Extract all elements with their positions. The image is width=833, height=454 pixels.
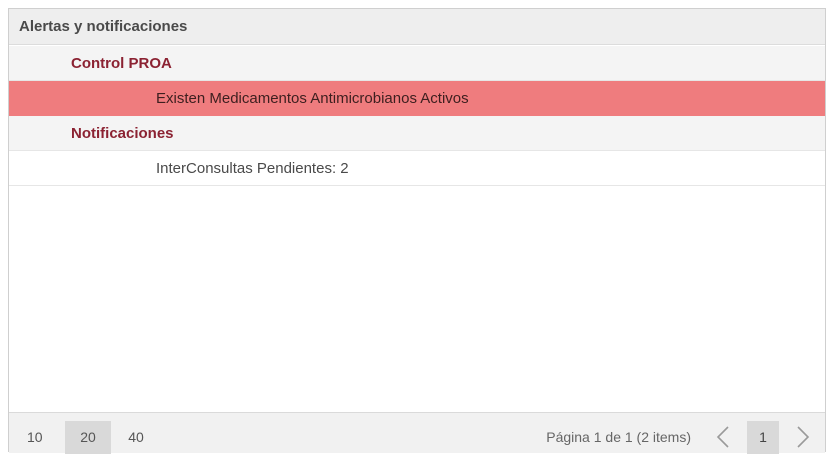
- alerts-grid: Control PROA Existen Medicamentos Antimi…: [9, 46, 825, 186]
- page-size-40[interactable]: 40: [115, 421, 157, 454]
- notification-row[interactable]: InterConsultas Pendientes: 2: [9, 151, 825, 186]
- alert-row[interactable]: Existen Medicamentos Antimicrobianos Act…: [9, 81, 825, 116]
- chevron-left-icon[interactable]: [713, 421, 733, 454]
- page-size-20[interactable]: 20: [65, 420, 111, 454]
- alerts-panel: Alertas y notificaciones Control PROA Ex…: [8, 8, 826, 454]
- page-number-button[interactable]: 1: [747, 420, 779, 454]
- chevron-right-icon[interactable]: [793, 421, 813, 454]
- group-row-control-proa[interactable]: Control PROA: [9, 46, 825, 81]
- page-size-10[interactable]: 10: [19, 421, 57, 454]
- group-row-notificaciones[interactable]: Notificaciones: [9, 116, 825, 151]
- notification-text: InterConsultas Pendientes: 2: [156, 159, 349, 177]
- group-label: Notificaciones: [71, 124, 174, 142]
- grid-empty-area: [9, 199, 825, 412]
- panel-title: Alertas y notificaciones: [9, 9, 825, 45]
- group-label: Control PROA: [71, 54, 172, 72]
- alert-text: Existen Medicamentos Antimicrobianos Act…: [156, 89, 469, 107]
- pager: 10 20 40 Página 1 de 1 (2 items) 1: [9, 412, 825, 454]
- page-info: Página 1 de 1 (2 items): [546, 429, 691, 445]
